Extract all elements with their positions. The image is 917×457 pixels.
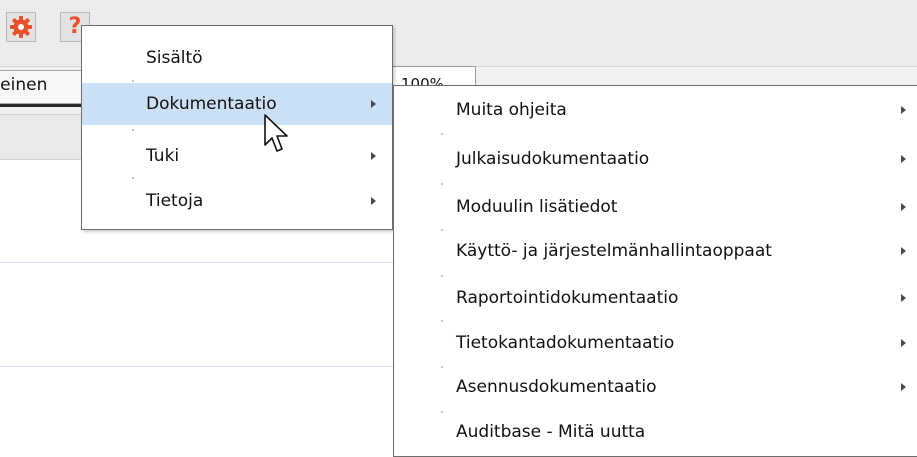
settings-button[interactable] [6, 12, 36, 42]
menu-item-label: Raportointidokumentaatio [456, 288, 679, 308]
submenu-item-release-docs[interactable]: Julkaisudokumentaatio [394, 138, 916, 180]
submenu-item-whats-new[interactable]: Auditbase - Mitä uutta [394, 411, 916, 453]
question-mark-icon: ? [68, 14, 82, 39]
submenu-arrow-icon [371, 152, 376, 160]
menu-item-label: Moduulin lisätiedot [456, 197, 618, 217]
documentation-submenu: Muita ohjeita Julkaisudokumentaatio Modu… [393, 85, 917, 457]
submenu-arrow-icon [901, 203, 906, 211]
separator [441, 133, 443, 135]
menu-item-label: Dokumentaatio [146, 94, 277, 114]
submenu-arrow-icon [901, 383, 906, 391]
submenu-item-installation-docs[interactable]: Asennusdokumentaatio [394, 366, 916, 408]
menu-item-label: Auditbase - Mitä uutta [456, 422, 646, 442]
submenu-item-module-info[interactable]: Moduulin lisätiedot [394, 186, 916, 228]
menu-item-label: Muita ohjeita [456, 100, 567, 120]
menu-item-contents[interactable]: Sisältö [82, 37, 392, 79]
separator [441, 183, 443, 185]
menu-item-label: Tietoja [146, 191, 204, 211]
separator [132, 80, 134, 82]
menu-item-label: Käyttö- ja järjestelmänhallintaoppaat [456, 241, 772, 261]
menu-item-documentation[interactable]: Dokumentaatio [82, 83, 392, 125]
menu-item-support[interactable]: Tuki [82, 135, 392, 177]
menu-item-label: Tuki [146, 146, 180, 166]
submenu-arrow-icon [901, 294, 906, 302]
submenu-item-database-docs[interactable]: Tietokantadokumentaatio [394, 322, 916, 364]
menu-item-about[interactable]: Tietoja [82, 180, 392, 222]
active-tab-indicator [0, 104, 84, 107]
help-menu: Sisältö Dokumentaatio Tuki Tietoja [81, 25, 393, 230]
menu-item-label: Sisältö [146, 48, 203, 68]
menu-item-label: Tietokantadokumentaatio [456, 333, 675, 353]
submenu-item-user-admin-guides[interactable]: Käyttö- ja järjestelmänhallintaoppaat [394, 230, 916, 272]
separator [132, 177, 134, 179]
submenu-arrow-icon [901, 155, 906, 163]
submenu-item-other-guides[interactable]: Muita ohjeita [394, 89, 916, 131]
submenu-arrow-icon [371, 100, 376, 108]
separator [132, 129, 134, 131]
menu-item-label: Julkaisudokumentaatio [456, 149, 650, 169]
tab-general[interactable]: eleinen [0, 70, 84, 104]
submenu-arrow-icon [901, 106, 906, 114]
arrow-pointer-icon [264, 114, 288, 152]
submenu-arrow-icon [371, 197, 376, 205]
tab-label: eleinen [0, 75, 48, 95]
menu-item-label: Asennusdokumentaatio [456, 377, 657, 397]
submenu-item-reporting-docs[interactable]: Raportointidokumentaatio [394, 277, 916, 319]
submenu-arrow-icon [901, 339, 906, 347]
gear-icon [10, 16, 32, 38]
submenu-arrow-icon [901, 247, 906, 255]
